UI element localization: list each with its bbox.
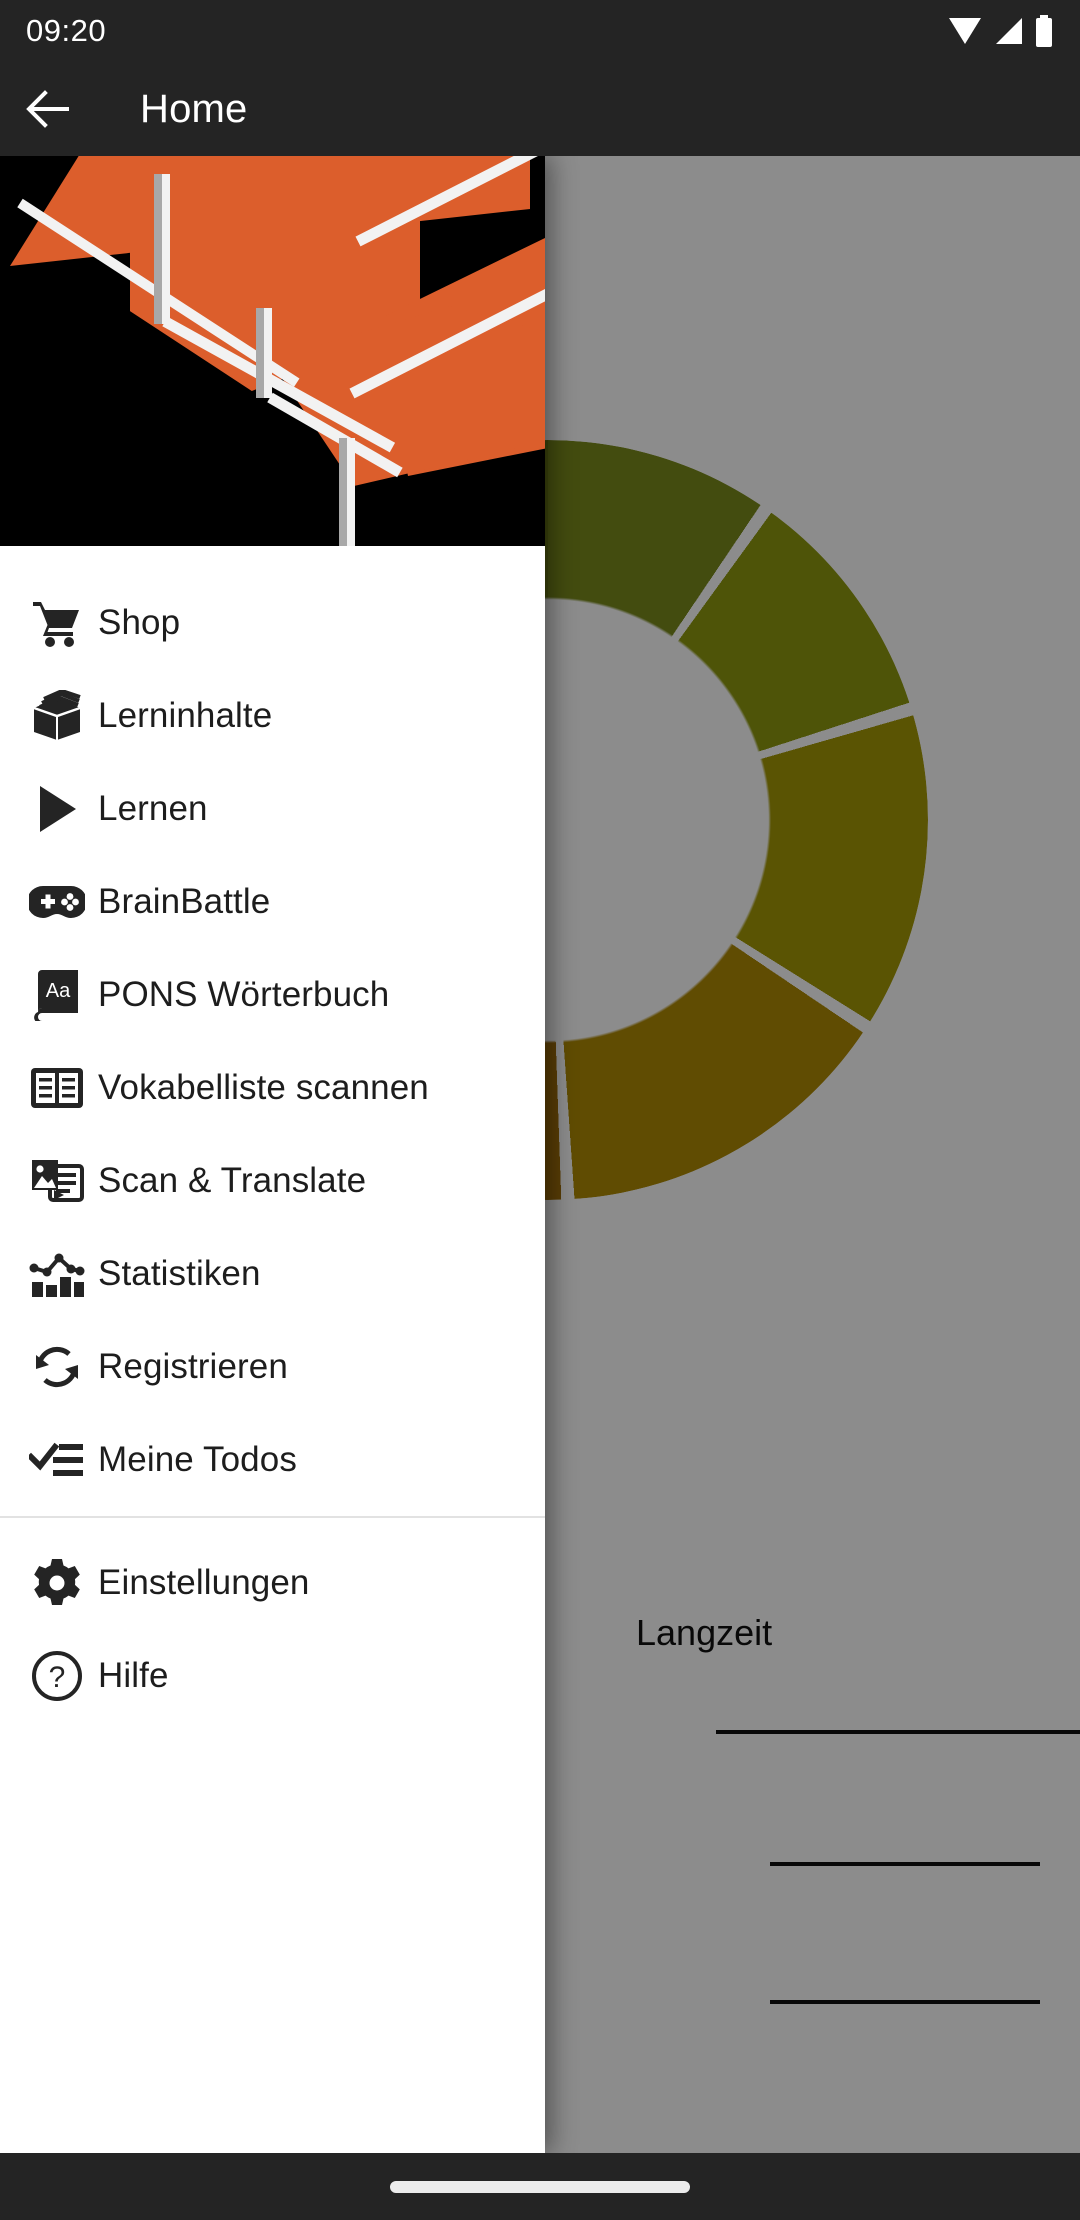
drawer-item-label: PONS Wörterbuch xyxy=(98,974,390,1014)
drawer-item-label: Shop xyxy=(98,602,181,642)
drawer-item-pons-woerterbuch[interactable]: Aa PONS Wörterbuch xyxy=(0,948,545,1041)
wifi-icon xyxy=(948,16,982,46)
cellular-signal-icon xyxy=(992,16,1024,46)
gear-icon xyxy=(0,1536,98,1629)
drawer-item-vokabelliste-scannen[interactable]: Vokabelliste scannen xyxy=(0,1041,545,1134)
app-bar: Home xyxy=(0,62,1080,156)
drawer-item-meine-todos[interactable]: Meine Todos xyxy=(0,1413,545,1506)
sync-icon xyxy=(0,1320,98,1413)
drawer-item-shop[interactable]: Shop xyxy=(0,576,545,669)
drawer-item-lernen[interactable]: Lernen xyxy=(0,762,545,855)
page-title: Home xyxy=(140,86,248,131)
drawer-item-label: BrainBattle xyxy=(98,881,271,921)
drawer-item-lerninhalte[interactable]: Lerninhalte xyxy=(0,669,545,762)
two-column-list-icon xyxy=(0,1041,98,1134)
battery-icon xyxy=(1034,15,1054,47)
vocabulary-box-icon xyxy=(0,669,98,762)
status-bar-clock: 09:20 xyxy=(26,13,107,48)
drawer-item-label: Einstellungen xyxy=(98,1562,310,1602)
phone-screen: Langzeit 09:20 Home Shop Lerninhalte Ler… xyxy=(0,0,1080,2220)
drawer-item-label: Meine Todos xyxy=(98,1439,297,1479)
drawer-item-brainbattle[interactable]: BrainBattle xyxy=(0,855,545,948)
drawer-item-label: Lerninhalte xyxy=(98,695,273,735)
bar-chart-icon xyxy=(0,1227,98,1320)
drawer-section-divider xyxy=(0,1516,545,1518)
svg-text:?: ? xyxy=(49,1661,66,1694)
drawer-item-scan-translate[interactable]: Scan & Translate xyxy=(0,1134,545,1227)
drawer-item-label: Statistiken xyxy=(98,1253,261,1293)
drawer-item-label: Scan & Translate xyxy=(98,1160,367,1200)
svg-text:Aa: Aa xyxy=(46,980,71,1002)
help-circle-icon: ? xyxy=(0,1629,98,1722)
gamepad-icon xyxy=(0,855,98,948)
drawer-header-image xyxy=(0,156,545,546)
drawer-item-label: Hilfe xyxy=(98,1655,169,1695)
image-translate-icon xyxy=(0,1134,98,1227)
drawer-item-label: Vokabelliste scannen xyxy=(98,1067,429,1107)
drawer-item-list: Shop Lerninhalte Lernen BrainBattle Aa P… xyxy=(0,546,545,1722)
status-bar-icons xyxy=(948,15,1054,47)
drawer-item-hilfe[interactable]: ? Hilfe xyxy=(0,1629,545,1722)
status-bar: 09:20 xyxy=(0,0,1080,62)
play-icon xyxy=(0,762,98,855)
gesture-home-handle[interactable] xyxy=(390,2180,690,2193)
dictionary-book-icon: Aa xyxy=(0,948,98,1041)
checklist-icon xyxy=(0,1413,98,1506)
list-top-spacer xyxy=(0,546,545,576)
drawer-item-registrieren[interactable]: Registrieren xyxy=(0,1320,545,1413)
back-arrow-icon xyxy=(25,89,71,129)
shopping-cart-icon xyxy=(0,576,98,669)
drawer-item-label: Registrieren xyxy=(98,1346,288,1386)
drawer-item-label: Lernen xyxy=(98,788,208,828)
drawer-item-statistiken[interactable]: Statistiken xyxy=(0,1227,545,1320)
navigation-drawer: Shop Lerninhalte Lernen BrainBattle Aa P… xyxy=(0,156,545,2153)
back-button[interactable] xyxy=(0,62,96,156)
system-navigation-bar xyxy=(0,2153,1080,2220)
drawer-item-einstellungen[interactable]: Einstellungen xyxy=(0,1536,545,1629)
